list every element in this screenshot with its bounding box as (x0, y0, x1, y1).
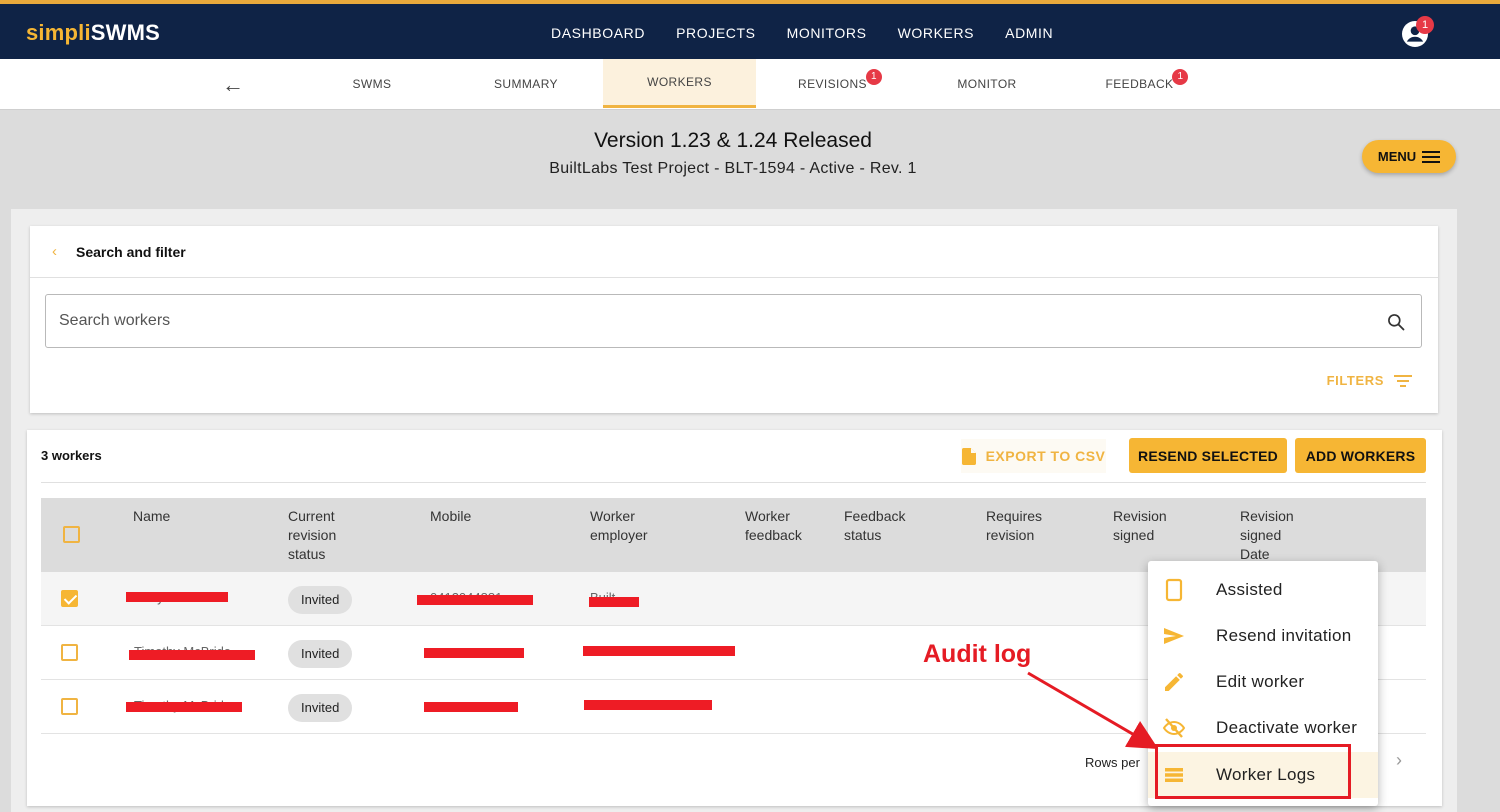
row-checkbox[interactable] (61, 590, 78, 607)
column-header[interactable]: Requires revision (986, 507, 1066, 545)
file-icon (961, 447, 976, 465)
redaction-mark (589, 597, 639, 607)
revisions-badge: 1 (865, 68, 882, 85)
redaction-mark (584, 700, 712, 710)
column-header[interactable]: Current revision status (288, 507, 368, 564)
row-checkbox[interactable] (61, 698, 78, 715)
nav-admin[interactable]: ADMIN (1005, 25, 1053, 41)
redaction-mark (424, 648, 524, 658)
column-header[interactable]: Feedback status (844, 507, 924, 545)
redaction-mark (126, 592, 228, 602)
filters-button[interactable]: FILTERS (1327, 373, 1412, 388)
redaction-mark (424, 702, 518, 712)
status-badge: Invited (288, 586, 353, 614)
tab-swms[interactable]: SWMS (321, 59, 423, 108)
column-header[interactable]: Revision signed Date (1240, 507, 1310, 564)
rows-per-page-label: Rows per (1085, 755, 1140, 770)
menu-item-edit-worker[interactable]: Edit worker (1148, 659, 1378, 705)
redaction-mark (126, 702, 242, 712)
annotation-highlight-box (1155, 744, 1351, 799)
divider (41, 482, 1426, 483)
app-logo[interactable]: simpliSWMS (26, 20, 160, 46)
top-navbar: simpliSWMS DASHBOARD PROJECTS MONITORS W… (0, 0, 1500, 59)
column-header[interactable]: Mobile (430, 507, 471, 526)
main-nav: DASHBOARD PROJECTS MONITORS WORKERS ADMI… (551, 25, 1084, 41)
tab-summary[interactable]: SUMMARY (474, 59, 578, 108)
column-header[interactable]: Revision signed (1113, 507, 1183, 545)
add-workers-button[interactable]: ADD WORKERS (1295, 438, 1426, 473)
tab-revisions[interactable]: REVISIONS 1 (780, 59, 900, 108)
export-csv-button[interactable]: EXPORT TO CSV (961, 439, 1106, 473)
redaction-mark (583, 646, 735, 656)
search-filter-header[interactable]: ‹ Search and filter (30, 226, 1438, 278)
project-subtitle: BuiltLabs Test Project - BLT-1594 - Acti… (549, 160, 917, 177)
menu-item-assisted[interactable]: Assisted (1148, 567, 1378, 613)
annotation-label: Audit log (923, 640, 1032, 668)
search-filter-title: Search and filter (76, 243, 186, 260)
hamburger-icon (1422, 150, 1441, 163)
pencil-icon (1165, 673, 1183, 691)
redaction-mark (417, 595, 533, 605)
nav-projects[interactable]: PROJECTS (676, 25, 755, 41)
workers-count: 3 workers (41, 448, 102, 463)
menu-item-resend-invitation[interactable]: Resend invitation (1148, 613, 1378, 659)
eye-off-icon (1162, 718, 1186, 738)
chevron-right-icon[interactable]: › (1396, 750, 1402, 771)
filter-icon (1394, 374, 1412, 387)
column-header[interactable]: Worker employer (590, 507, 670, 545)
nav-monitors[interactable]: MONITORS (787, 25, 867, 41)
project-tabs: ← SWMS SUMMARY WORKERS REVISIONS 1 MONITO… (0, 59, 1500, 110)
tab-monitor[interactable]: MONITOR (935, 59, 1039, 108)
status-badge: Invited (288, 640, 353, 668)
nav-dashboard[interactable]: DASHBOARD (551, 25, 645, 41)
page-title: Version 1.23 & 1.24 Released (594, 129, 872, 152)
tab-feedback[interactable]: FEEDBACK 1 (1087, 59, 1207, 108)
tab-workers[interactable]: WORKERS (603, 59, 756, 108)
menu-button[interactable]: MENU (1362, 140, 1456, 173)
search-icon[interactable] (1386, 312, 1406, 332)
tablet-icon (1165, 578, 1183, 602)
search-input[interactable] (46, 295, 1346, 347)
nav-workers[interactable]: WORKERS (898, 25, 975, 41)
redaction-mark (129, 650, 255, 660)
back-arrow-icon[interactable]: ← (222, 72, 244, 98)
annotation-arrow (1027, 671, 1159, 750)
notification-badge: 1 (1416, 16, 1434, 34)
chevron-left-icon[interactable]: ‹ (52, 243, 57, 260)
feedback-badge: 1 (1172, 68, 1189, 85)
resend-selected-button[interactable]: RESEND SELECTED (1129, 438, 1287, 473)
search-field[interactable] (45, 294, 1422, 348)
column-header[interactable]: Worker feedback (745, 507, 815, 545)
column-header[interactable]: Name (133, 507, 170, 526)
select-all-checkbox[interactable] (63, 526, 80, 543)
search-filter-card: ‹ Search and filter FILTERS (30, 226, 1438, 413)
row-checkbox[interactable] (61, 644, 78, 661)
status-badge: Invited (288, 694, 353, 722)
send-icon (1164, 628, 1184, 644)
